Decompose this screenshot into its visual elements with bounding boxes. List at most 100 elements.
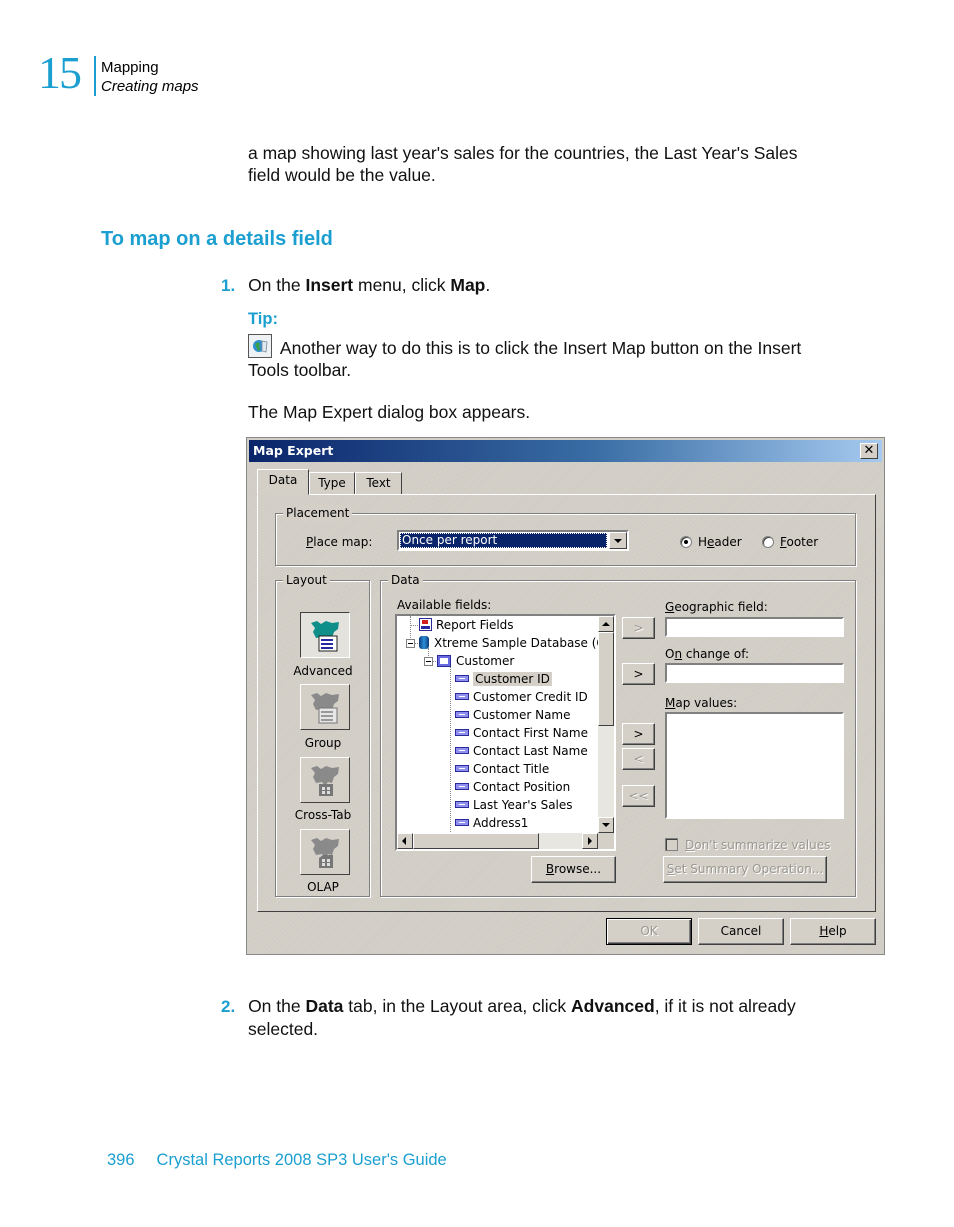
chevron-down-icon[interactable] (609, 532, 627, 549)
browse-button[interactable]: Browse... (531, 856, 616, 883)
crosstab-map-icon (311, 766, 339, 796)
scroll-left-button[interactable] (397, 833, 413, 849)
table-icon (437, 655, 451, 667)
dont-summarize-checkbox[interactable] (665, 838, 678, 851)
tab-type[interactable]: Type (309, 472, 355, 494)
tree-horizontal-scrollbar[interactable] (397, 833, 598, 849)
section-title: Creating maps (101, 78, 199, 95)
collapse-database-toggle[interactable] (406, 639, 415, 648)
tab-name: Data (305, 996, 344, 1016)
step-text-line-2: selected. (248, 1019, 319, 1039)
collapse-customer-toggle[interactable] (424, 657, 433, 666)
step-text: tab, in the Layout area, click (343, 996, 572, 1016)
tree-item-field[interactable]: Contact Last Name (455, 742, 588, 760)
scroll-right-button[interactable] (582, 833, 598, 849)
option-name: Advanced (571, 996, 655, 1016)
layout-group: Layout Advanced Group Cross-Tab OLAP (275, 572, 370, 897)
set-summary-operation-button[interactable]: Set Summary Operation... (663, 856, 827, 883)
step-2: 2. On the Data tab, in the Layout area, … (221, 995, 796, 1040)
menu-name: Insert (305, 275, 354, 295)
layout-olap-label: OLAP (307, 880, 339, 894)
step-number: 2. (221, 997, 236, 1016)
add-on-change-field-button[interactable]: > (622, 663, 655, 685)
arrow-up-icon (602, 622, 610, 626)
ok-button[interactable]: OK (606, 918, 692, 945)
report-fields-icon (419, 618, 432, 631)
layout-group-label: Layout (283, 572, 330, 588)
tip-line-1: Another way to do this is to click the I… (276, 338, 802, 358)
dialog-appears-text: The Map Expert dialog box appears. (248, 402, 531, 422)
remove-map-value-button[interactable]: < (622, 748, 655, 770)
scroll-down-button[interactable] (598, 817, 614, 833)
available-fields-tree[interactable]: Report Fields Xtreme Sample Database (OD… (395, 614, 616, 851)
book-title: Crystal Reports 2008 SP3 User's Guide (156, 1151, 447, 1169)
layout-advanced-label: Advanced (293, 664, 353, 678)
tree-item-customer-table[interactable]: Customer (437, 652, 514, 670)
tab-label: Text (366, 476, 391, 490)
remove-all-map-values-button[interactable]: << (622, 785, 655, 807)
tree-item-field[interactable]: Contact First Name (455, 724, 588, 742)
advanced-map-icon (311, 621, 339, 652)
close-button[interactable]: ✕ (860, 443, 878, 459)
tip-line-2: Tools toolbar. (248, 360, 352, 380)
page-footer: 396 Crystal Reports 2008 SP3 User's Guide (107, 1151, 447, 1170)
available-fields-label: Available fields: (397, 598, 492, 612)
cancel-button[interactable]: Cancel (698, 918, 784, 945)
step-1: 1. On the Insert menu, click Map. (221, 274, 490, 297)
add-map-value-button[interactable]: > (622, 723, 655, 745)
tree-item-field[interactable]: Customer Credit ID (455, 688, 588, 706)
help-button[interactable]: Help (790, 918, 876, 945)
step-text: . (485, 275, 491, 295)
footer-radio-label[interactable]: Footer (780, 535, 818, 549)
step-number: 1. (221, 276, 236, 295)
place-map-selected-value: Once per report (400, 533, 607, 548)
scroll-thumb[interactable] (598, 632, 614, 726)
layout-advanced-button[interactable] (300, 612, 350, 658)
arrow-right-icon (588, 837, 592, 845)
place-map-label: Place map: (306, 535, 373, 549)
layout-olap-button[interactable] (300, 829, 350, 875)
tree-item-field[interactable]: Customer Name (455, 706, 571, 724)
field-icon (455, 747, 469, 754)
add-geographic-field-button[interactable]: > (622, 617, 655, 639)
command-name: Map (450, 275, 486, 295)
scroll-up-button[interactable] (598, 616, 614, 632)
page-number: 396 (107, 1151, 135, 1169)
data-tab-panel: Placement Place map: Once per report Hea… (257, 494, 876, 912)
placement-group: Placement Place map: Once per report Hea… (275, 505, 856, 566)
dialog-title: Map Expert (253, 443, 334, 458)
intro-paragraph: a map showing last year's sales for the … (248, 142, 797, 186)
step-text: menu, click (353, 275, 451, 295)
geographic-field-label: Geographic field: (665, 600, 768, 614)
hscroll-thumb[interactable] (413, 833, 539, 849)
tree-item-database[interactable]: Xtreme Sample Database (OD (419, 634, 614, 652)
tab-text[interactable]: Text (355, 472, 402, 494)
tree-item-field[interactable]: Address1 (455, 814, 528, 832)
layout-group-button[interactable] (300, 684, 350, 730)
map-values-list[interactable] (665, 712, 844, 819)
dialog-titlebar: Map Expert ✕ (249, 440, 882, 462)
tip-label: Tip: (248, 310, 278, 328)
arrow-down-icon (602, 823, 610, 827)
field-icon (455, 765, 469, 772)
geographic-field-input[interactable] (665, 617, 844, 637)
tab-label: Type (318, 476, 346, 490)
footer-radio[interactable] (762, 536, 774, 548)
layout-crosstab-button[interactable] (300, 757, 350, 803)
step-text: , if it is not already (654, 996, 796, 1016)
tree-item-field[interactable]: Last Year's Sales (455, 796, 573, 814)
tree-item-field[interactable]: Contact Position (455, 778, 570, 796)
dont-summarize-label[interactable]: Don't summarize values (685, 838, 830, 852)
tree-item-report-fields[interactable]: Report Fields (419, 616, 514, 634)
tree-item-field[interactable]: Customer ID (455, 670, 552, 688)
tab-data[interactable]: Data (257, 469, 309, 495)
on-change-of-input[interactable] (665, 663, 844, 683)
tree-item-field[interactable]: Contact Title (455, 760, 549, 778)
tab-label: Data (268, 473, 298, 487)
map-values-label: Map values: (665, 696, 738, 710)
tree-vertical-scrollbar[interactable] (598, 616, 614, 833)
place-map-dropdown[interactable]: Once per report (397, 530, 629, 551)
header-radio-label[interactable]: Header (698, 535, 742, 549)
header-radio[interactable] (680, 536, 692, 548)
step-text: On the (248, 275, 306, 295)
